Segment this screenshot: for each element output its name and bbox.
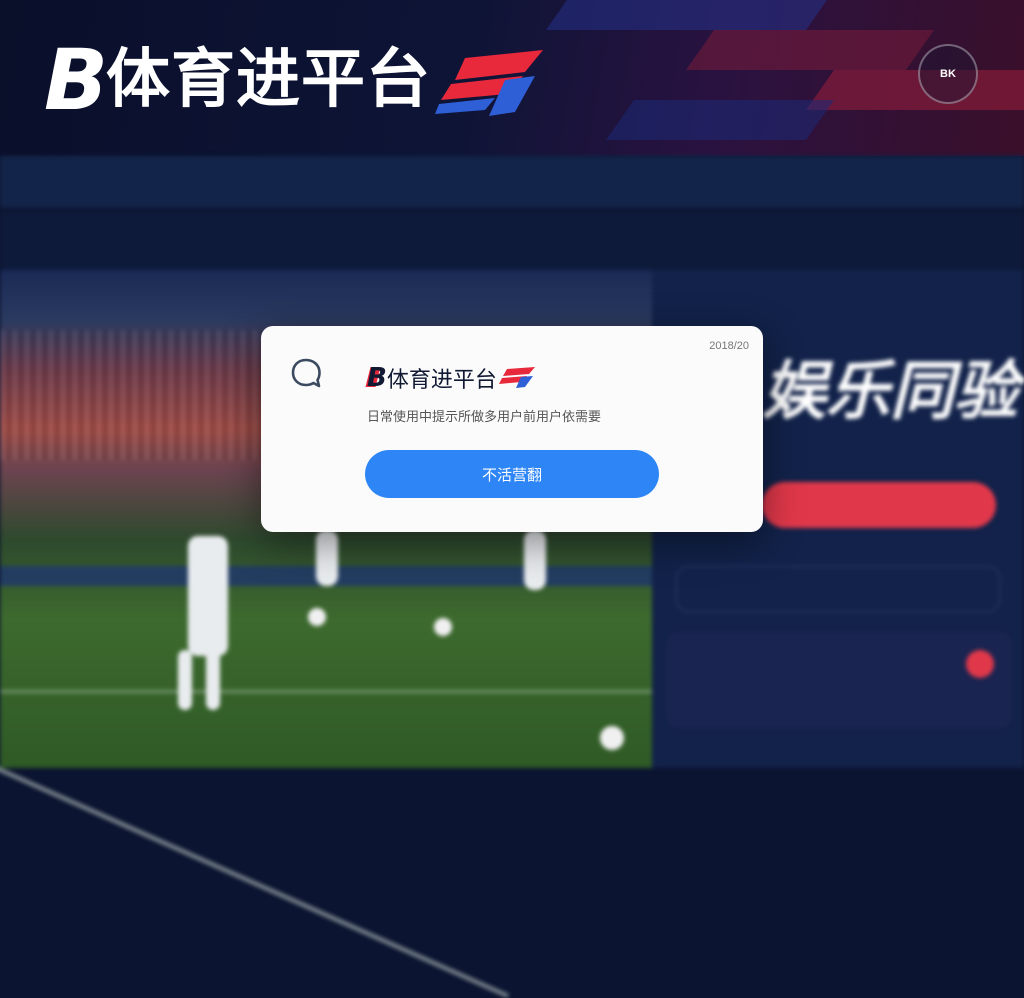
soccer-ball bbox=[434, 618, 452, 636]
dialog-brand-text: 体育进平台 bbox=[386, 368, 497, 393]
banner-stripe bbox=[545, 0, 835, 30]
top-banner: B 体育进平台 BK bbox=[0, 0, 1024, 156]
dialog-description: 日常使用中提示所做多用户前用户依需要 bbox=[367, 409, 602, 424]
dialog-timestamp: 2018/20 bbox=[709, 340, 749, 352]
wing-icon bbox=[435, 50, 544, 116]
pitch-line bbox=[0, 750, 509, 998]
player bbox=[316, 530, 338, 586]
background-top-nav bbox=[0, 156, 1024, 208]
pitch-line bbox=[0, 690, 652, 693]
dialog-brand-logo: B 体育进平台 bbox=[365, 362, 535, 394]
club-badge-text: BK bbox=[940, 68, 956, 80]
brand-logo[interactable]: B 体育进平台 bbox=[39, 38, 544, 122]
dialog-brand-letter: B bbox=[365, 363, 387, 393]
banner-stripe bbox=[805, 70, 1024, 110]
banner-stripe bbox=[605, 100, 835, 140]
player-leg bbox=[206, 650, 220, 710]
logo-text: 体育进平台 bbox=[106, 43, 432, 117]
chat-bubble-icon bbox=[291, 358, 321, 388]
side-card bbox=[666, 632, 1012, 728]
club-badge[interactable]: BK bbox=[918, 44, 978, 104]
logo-letter: B bbox=[39, 38, 108, 122]
soccer-ball bbox=[308, 608, 326, 626]
dialog-confirm-button[interactable]: 不活营翻 bbox=[365, 450, 659, 498]
soccer-ball bbox=[600, 726, 624, 750]
side-input bbox=[676, 566, 1000, 612]
wing-icon bbox=[498, 367, 535, 388]
player-leg bbox=[178, 650, 192, 710]
player bbox=[188, 536, 228, 656]
background-sub-nav bbox=[0, 212, 1024, 270]
notice-dialog: 2018/20 B 体育进平台 日常使用中提示所做多用户前用户依需要 不活营翻 bbox=[261, 326, 763, 532]
side-headline: 娱乐同验 bbox=[762, 355, 1018, 429]
player bbox=[524, 530, 546, 590]
banner-stripe bbox=[685, 30, 935, 70]
side-cta-button bbox=[762, 482, 996, 528]
